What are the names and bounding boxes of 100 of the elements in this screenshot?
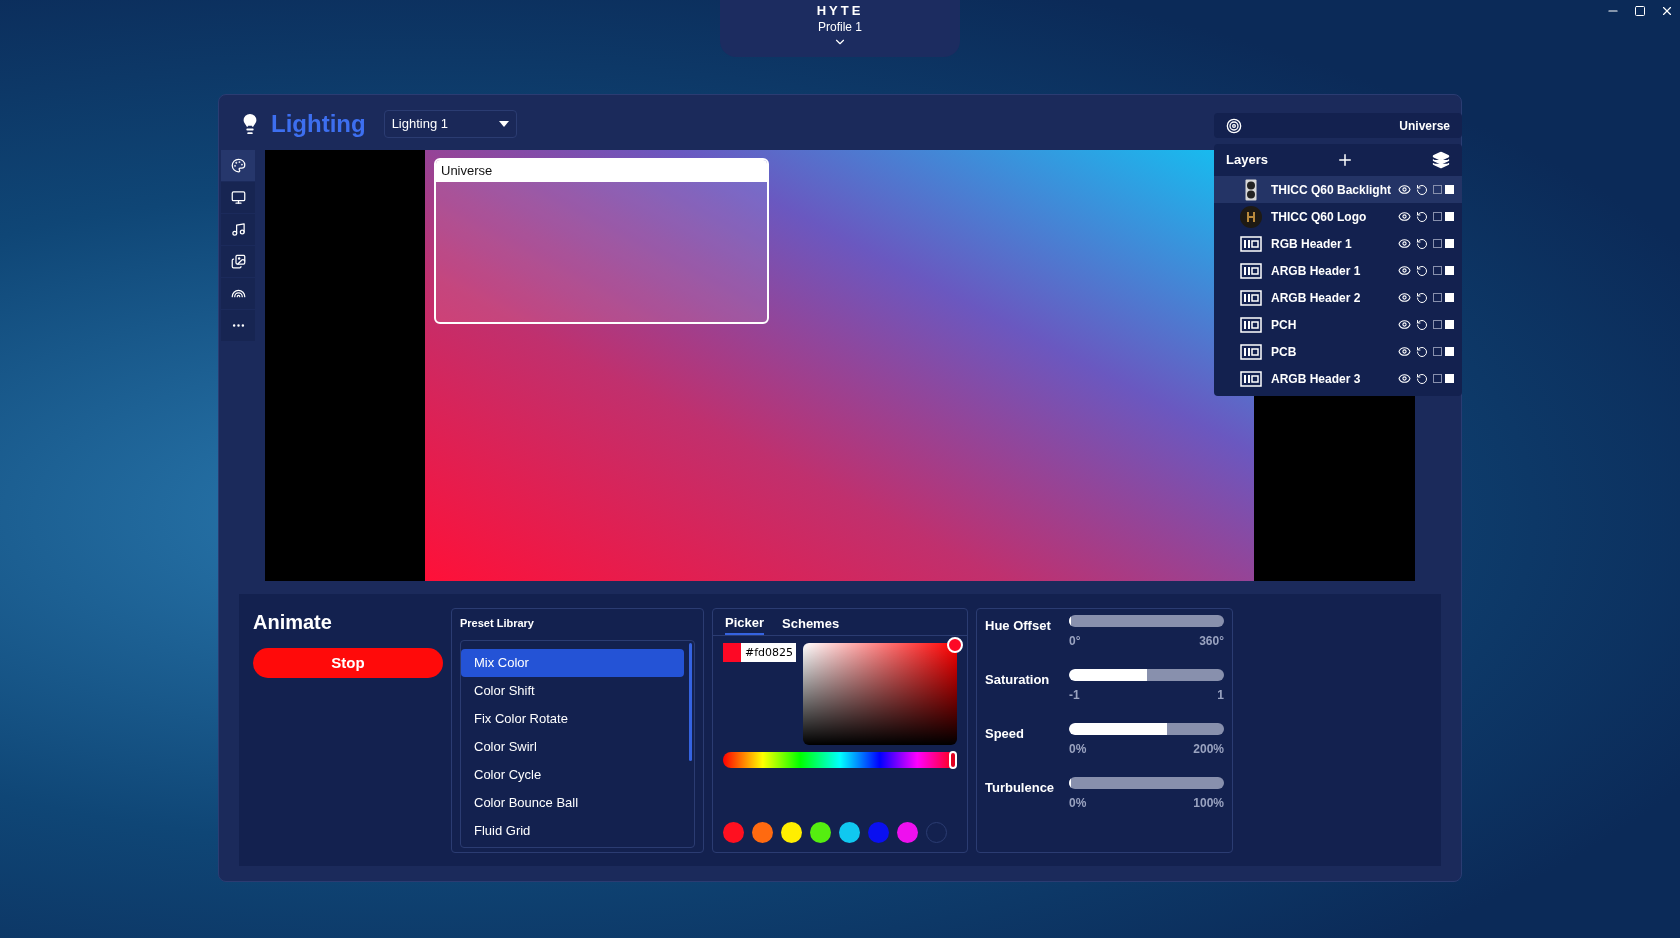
slider-track[interactable] [1069,777,1224,789]
picker-handle[interactable] [947,637,963,653]
circuit-board-icon [1240,235,1262,252]
slider-max: 200% [1193,741,1224,758]
preset-item[interactable]: Color Bounce Ball [461,788,684,817]
saturation-value-area[interactable] [803,643,957,745]
caret-icon [498,121,509,127]
animate-title: Animate [253,610,333,635]
scrollbar-thumb[interactable] [689,642,692,761]
preset-item[interactable]: Color Swirl [461,732,684,761]
slider-max: 100% [1193,795,1224,812]
layer-name: PCB [1271,343,1298,361]
target-bar[interactable]: Universe [1214,113,1462,138]
reset-icon[interactable] [1416,318,1428,331]
reset-icon[interactable] [1416,183,1428,196]
zone-label: Universe [436,160,767,182]
preset-item[interactable]: Fluid Grid [461,816,684,845]
layer-row[interactable]: PCH [1214,311,1462,338]
brand-logo: HYTE [816,3,864,19]
layer-row[interactable]: RGB Header 1 [1214,230,1462,257]
add-layer-icon[interactable] [1336,151,1354,169]
layer-name: THICC Q60 Backlight [1271,181,1393,199]
section-title: Lighting [271,109,366,139]
eye-icon[interactable] [1398,318,1411,331]
layer-row[interactable]: THICC Q60 Logo [1214,203,1462,230]
sidebar-button[interactable] [221,150,255,182]
circuit-board-icon [1240,316,1262,333]
outline-square-icon[interactable] [1433,212,1442,221]
layer-name: PCH [1271,316,1298,334]
outline-square-icon[interactable] [1433,293,1442,302]
layer-name: ARGB Header 3 [1271,370,1362,388]
hue-thumb[interactable] [949,751,957,769]
layer-row[interactable]: ARGB Header 1 [1214,257,1462,284]
slider-min: 0% [1069,741,1087,758]
preset-item[interactable]: Fix Color Rotate [461,704,684,733]
target-icon [1226,117,1242,134]
preset-item[interactable]: Color Shift [461,676,684,705]
layer-name: RGB Header 1 [1271,235,1353,253]
reset-icon[interactable] [1416,264,1428,277]
palette-icon [230,158,246,173]
circuit-board-icon [1240,289,1262,306]
layers-title: Layers [1226,151,1269,170]
slider-min: -1 [1069,687,1080,704]
zone-frame[interactable]: Universe [434,158,769,324]
reset-icon[interactable] [1416,210,1428,223]
slider-label: Speed [985,725,1025,743]
maximize-icon[interactable] [1634,5,1646,17]
hex-field[interactable]: #fd0825 [723,643,796,662]
slider-min: 0% [1069,795,1087,812]
layer-name: THICC Q60 Logo [1271,208,1368,226]
picker-tab[interactable]: Picker [725,609,765,635]
slider-track[interactable] [1069,669,1224,681]
reset-icon[interactable] [1416,372,1428,385]
close-icon[interactable] [1660,4,1674,18]
lighting-dropdown[interactable]: Lighting 1 [383,110,517,138]
outline-square-icon[interactable] [1433,347,1442,356]
outline-square-icon[interactable] [1433,239,1442,248]
circuit-board-icon [1240,262,1262,279]
round-logo-icon [1240,205,1262,228]
profile-tab[interactable]: HYTE Profile 1 [720,0,960,57]
slider-track[interactable] [1069,615,1224,627]
profile-name: Profile 1 [818,19,862,35]
hue-slider[interactable] [723,752,957,768]
eye-icon[interactable] [1398,372,1411,385]
layer-name: ARGB Header 1 [1271,262,1362,280]
outline-square-icon[interactable] [1433,374,1442,383]
slider-label: Turbulence [985,779,1056,797]
eye-icon[interactable] [1398,291,1411,304]
layer-row[interactable]: THICC Q60 Backlight [1214,176,1462,203]
layer-row[interactable]: ARGB Header 3 [1214,365,1462,392]
eye-icon[interactable] [1398,345,1411,358]
eye-icon[interactable] [1398,237,1411,250]
music-note-icon [230,222,246,237]
layer-row[interactable]: PCB [1214,338,1462,365]
layers-icon[interactable] [1432,151,1450,169]
layer-name: ARGB Header 2 [1271,289,1362,307]
monitor-icon [230,190,246,205]
images-icon [230,254,246,269]
reset-icon[interactable] [1416,237,1428,250]
eye-icon[interactable] [1398,210,1411,223]
preset-item[interactable]: Color Cycle [461,760,684,789]
reset-icon[interactable] [1416,291,1428,304]
slider-label: Hue Offset [985,617,1052,635]
outline-square-icon[interactable] [1433,266,1442,275]
preset-item[interactable]: Mix Color [461,648,684,677]
slider-track[interactable] [1069,723,1224,735]
fan-panel-icon [1245,178,1257,201]
picker-tab[interactable]: Schemes [782,609,840,635]
slider-min: 0° [1069,633,1081,650]
reset-icon[interactable] [1416,345,1428,358]
eye-icon[interactable] [1398,264,1411,277]
outline-square-icon[interactable] [1433,185,1442,194]
slider-max: 1 [1217,687,1224,704]
layer-row[interactable]: ARGB Header 2 [1214,284,1462,311]
slider-label: Saturation [985,671,1051,689]
stop-button[interactable]: Stop [253,648,443,678]
slider-max: 360° [1199,633,1224,650]
circuit-board-icon [1240,370,1262,387]
eye-icon[interactable] [1398,183,1411,196]
outline-square-icon[interactable] [1433,320,1442,329]
